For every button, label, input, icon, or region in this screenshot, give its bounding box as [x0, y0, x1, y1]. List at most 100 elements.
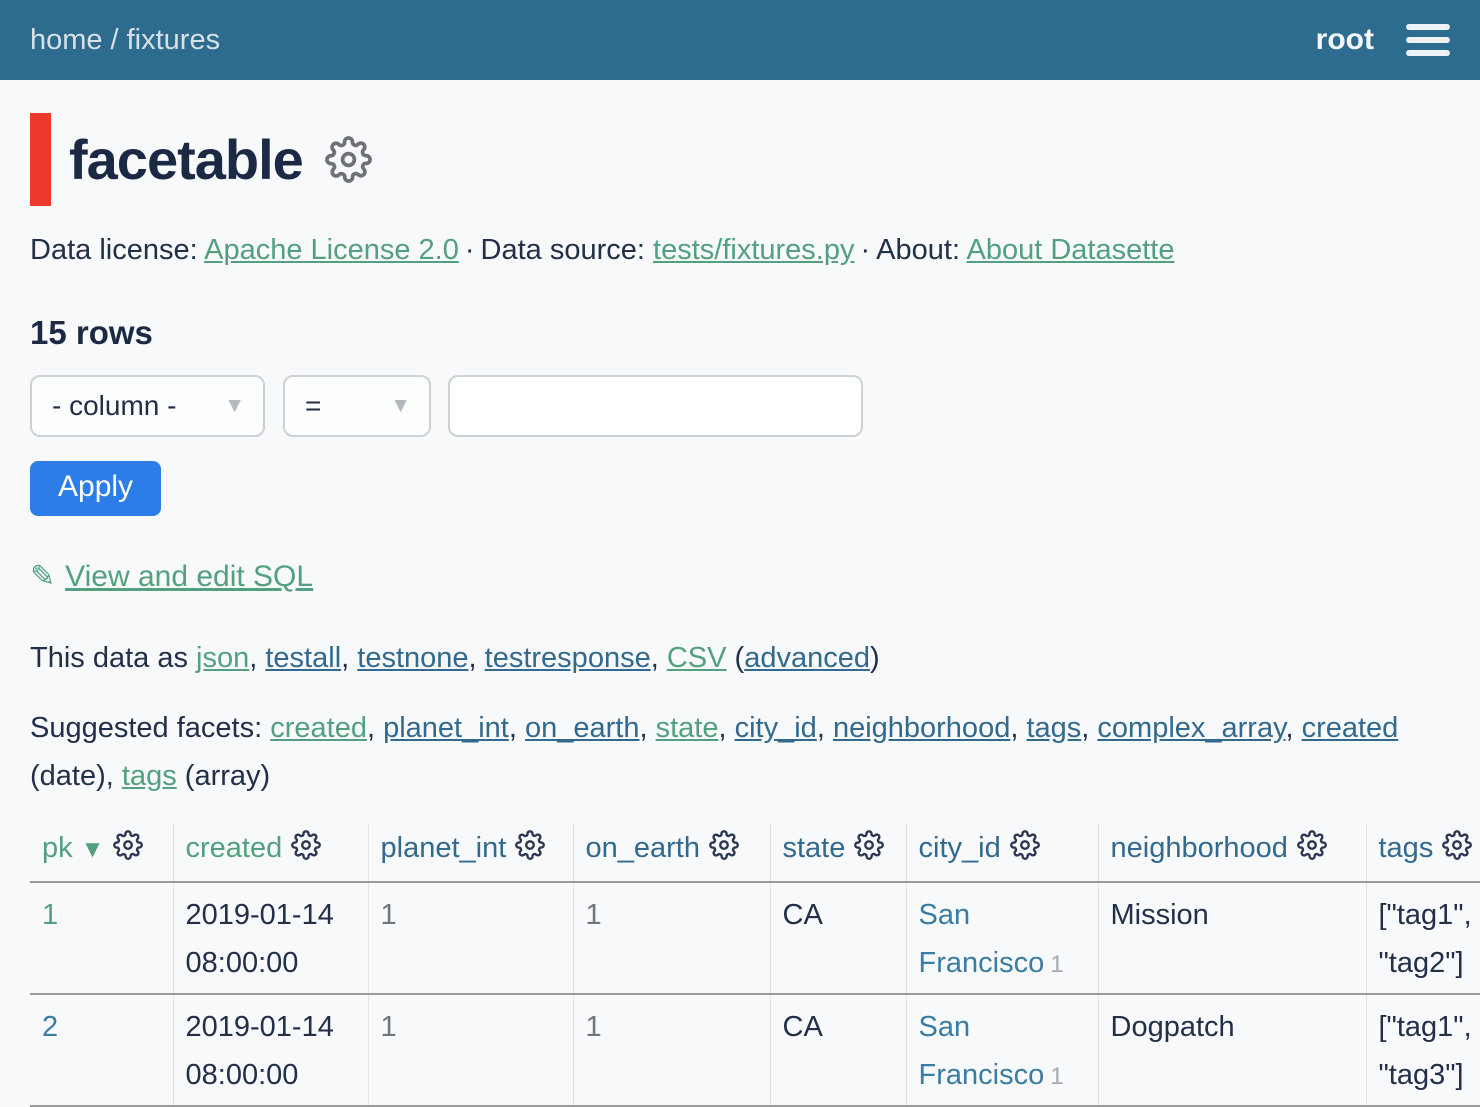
- logged-in-user[interactable]: root: [1316, 23, 1374, 57]
- separator: ,: [1010, 712, 1018, 744]
- column-cog-icon[interactable]: [1297, 830, 1327, 868]
- column-header-label[interactable]: state: [783, 832, 846, 864]
- row-pk-link[interactable]: 2: [42, 1011, 58, 1043]
- filter-value-input[interactable]: [448, 375, 863, 437]
- column-header-planet-int[interactable]: planet_int: [368, 824, 573, 882]
- view-edit-sql-link[interactable]: View and edit SQL: [65, 560, 313, 593]
- column-cog-icon[interactable]: [515, 830, 545, 868]
- column-header-label[interactable]: on_earth: [586, 832, 701, 864]
- column-cog-icon[interactable]: [1442, 830, 1472, 868]
- sql-row: ✎View and edit SQL: [30, 559, 1450, 594]
- export-link-csv[interactable]: CSV: [667, 642, 727, 674]
- facet-link-tags[interactable]: tags: [1026, 712, 1081, 744]
- cell-planet-int: 1: [368, 882, 573, 994]
- top-nav: home/fixtures root: [0, 0, 1480, 80]
- facet-link-created-date[interactable]: created: [1302, 712, 1399, 744]
- city-id-badge: 1: [1050, 951, 1063, 978]
- column-header-label[interactable]: pk: [42, 832, 73, 864]
- paren-open: (: [735, 642, 745, 674]
- breadcrumb-database-link[interactable]: fixtures: [127, 24, 220, 56]
- export-link-testall[interactable]: testall: [265, 642, 341, 674]
- export-link-testnone[interactable]: testnone: [357, 642, 468, 674]
- column-cog-icon[interactable]: [291, 830, 321, 868]
- nav-right: root: [1316, 17, 1450, 63]
- column-select[interactable]: - column - ▼: [30, 375, 265, 437]
- city-link[interactable]: San Francisco: [919, 899, 1045, 979]
- cell-city-id: San Francisco1: [906, 882, 1098, 994]
- facet-link-complex-array[interactable]: complex_array: [1097, 712, 1285, 744]
- separator: ,: [639, 712, 647, 744]
- column-cog-icon[interactable]: [709, 830, 739, 868]
- cell-tags: ["tag1", "tag2"]: [1366, 882, 1480, 994]
- column-header-label[interactable]: created: [186, 832, 283, 864]
- separator: ,: [341, 642, 349, 674]
- cell-neighborhood: Dogpatch: [1098, 994, 1366, 1106]
- chevron-down-icon: ▼: [390, 394, 411, 418]
- breadcrumb: home/fixtures: [30, 24, 220, 57]
- operator-select[interactable]: = ▼: [283, 375, 431, 437]
- column-header-label[interactable]: planet_int: [381, 832, 507, 864]
- table-row: 1 2019-01-14 08:00:00 1 1 CA San Francis…: [30, 882, 1480, 994]
- row-pk-link[interactable]: 1: [42, 899, 58, 931]
- cell-on-earth: 1: [573, 994, 770, 1106]
- separator: ,: [249, 642, 257, 674]
- cell-pk: 1: [30, 882, 173, 994]
- about-link[interactable]: About Datasette: [966, 234, 1174, 266]
- export-link-json[interactable]: json: [196, 642, 249, 674]
- separator: ,: [1285, 712, 1293, 744]
- sort-desc-icon: ▼: [81, 836, 105, 863]
- column-cog-icon[interactable]: [854, 830, 884, 868]
- facet-link-state[interactable]: state: [656, 712, 719, 744]
- separator: ,: [106, 760, 114, 792]
- column-header-city-id[interactable]: city_id: [906, 824, 1098, 882]
- table-settings-gear-icon[interactable]: [325, 136, 372, 183]
- export-link-testresponse[interactable]: testresponse: [485, 642, 651, 674]
- accent-bar: [30, 113, 51, 206]
- filter-row: - column - ▼ = ▼: [30, 375, 1450, 437]
- export-link-advanced[interactable]: advanced: [744, 642, 870, 674]
- facet-link-neighborhood[interactable]: neighborhood: [833, 712, 1010, 744]
- apply-button[interactable]: Apply: [30, 461, 161, 516]
- column-header-pk[interactable]: pk ▼: [30, 824, 173, 882]
- facet-suffix: (date): [30, 760, 106, 792]
- suggested-facets: Suggested facets: created, planet_int, o…: [30, 704, 1450, 800]
- breadcrumb-home-link[interactable]: home: [30, 24, 103, 56]
- separator-dot: ·: [465, 234, 475, 266]
- facets-prefix: Suggested facets:: [30, 712, 262, 744]
- separator: ,: [469, 642, 477, 674]
- source-link[interactable]: tests/fixtures.py: [653, 234, 854, 266]
- breadcrumb-separator: /: [111, 24, 119, 56]
- source-label: Data source:: [481, 234, 645, 266]
- facet-link-created[interactable]: created: [270, 712, 367, 744]
- column-header-created[interactable]: created: [173, 824, 368, 882]
- header-row: pk ▼ created planet_int on_earth state ci…: [30, 824, 1480, 882]
- cell-created: 2019-01-14 08:00:00: [173, 994, 368, 1106]
- facet-suffix: (array): [185, 760, 270, 792]
- column-cog-icon[interactable]: [113, 830, 143, 868]
- menu-icon[interactable]: [1406, 17, 1450, 63]
- column-cog-icon[interactable]: [1010, 830, 1040, 868]
- column-header-label[interactable]: tags: [1379, 832, 1434, 864]
- title-row: facetable: [30, 113, 1450, 206]
- facet-link-tags-array[interactable]: tags: [122, 760, 177, 792]
- column-header-on-earth[interactable]: on_earth: [573, 824, 770, 882]
- facet-link-on-earth[interactable]: on_earth: [525, 712, 640, 744]
- city-link[interactable]: San Francisco: [919, 1011, 1045, 1091]
- main-content: facetable Data license: Apache License 2…: [0, 113, 1480, 1107]
- cell-city-id: San Francisco1: [906, 994, 1098, 1106]
- paren-close: ): [870, 642, 880, 674]
- metadata-line: Data license: Apache License 2.0·Data so…: [30, 234, 1450, 267]
- license-link[interactable]: Apache License 2.0: [204, 234, 459, 266]
- separator: ,: [651, 642, 659, 674]
- column-header-label[interactable]: city_id: [919, 832, 1001, 864]
- column-header-tags[interactable]: tags: [1366, 824, 1480, 882]
- cell-neighborhood: Mission: [1098, 882, 1366, 994]
- column-header-neighborhood[interactable]: neighborhood: [1098, 824, 1366, 882]
- cell-tags: ["tag1", "tag3"]: [1366, 994, 1480, 1106]
- cell-on-earth: 1: [573, 882, 770, 994]
- facet-link-city-id[interactable]: city_id: [735, 712, 817, 744]
- column-header-state[interactable]: state: [770, 824, 906, 882]
- column-header-label[interactable]: neighborhood: [1111, 832, 1288, 864]
- rows-table: pk ▼ created planet_int on_earth state ci…: [30, 824, 1480, 1107]
- facet-link-planet-int[interactable]: planet_int: [383, 712, 509, 744]
